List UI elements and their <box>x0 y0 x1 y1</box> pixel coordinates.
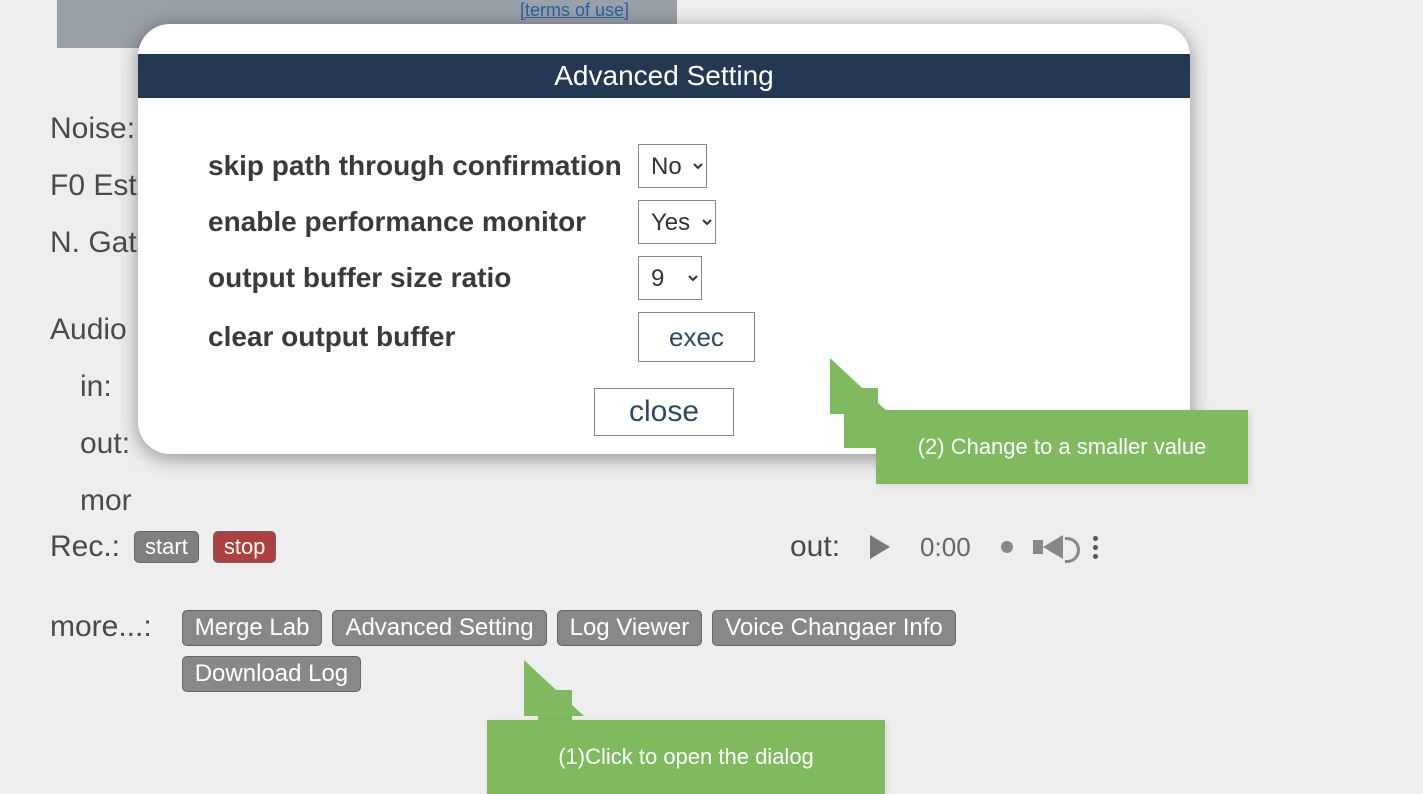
volume-track-icon[interactable] <box>1001 541 1013 553</box>
more-row: more...: Merge Lab Advanced Setting Log … <box>50 610 982 692</box>
callout-arrow-2 <box>830 358 890 414</box>
log-viewer-button[interactable]: Log Viewer <box>557 610 703 646</box>
speaker-icon[interactable] <box>1043 535 1063 559</box>
skip-confirmation-label: skip path through confirmation <box>208 150 638 182</box>
callout-arrow-1 <box>524 660 584 716</box>
terms-of-use-link[interactable]: [terms of use] <box>520 0 629 21</box>
skip-confirmation-select[interactable]: No <box>638 144 707 188</box>
player-time: 0:00 <box>920 532 971 563</box>
play-icon[interactable] <box>870 535 890 559</box>
ngat-label: N. Gat <box>50 214 137 271</box>
advanced-setting-dialog: Advanced Setting skip path through confi… <box>138 24 1190 454</box>
f0-label: F0 Est <box>50 157 137 214</box>
buffer-ratio-select[interactable]: 9 <box>638 256 702 300</box>
background-labels: Noise: F0 Est N. Gat Audio in: out: mor <box>50 100 137 529</box>
buffer-ratio-label: output buffer size ratio <box>208 262 638 294</box>
rec-label: Rec.: <box>50 530 120 564</box>
advanced-setting-button[interactable]: Advanced Setting <box>332 610 546 646</box>
in-label: in: <box>50 358 137 415</box>
out-player: out: 0:00 <box>790 530 1098 564</box>
clear-buffer-label: clear output buffer <box>208 321 638 353</box>
dialog-title: Advanced Setting <box>138 54 1190 98</box>
noise-label: Noise: <box>50 100 137 157</box>
voice-changer-info-button[interactable]: Voice Changaer Info <box>712 610 956 646</box>
out-label: out: <box>50 415 137 472</box>
performance-monitor-select[interactable]: Yes <box>638 200 716 244</box>
exec-button[interactable]: exec <box>638 312 755 362</box>
download-log-button[interactable]: Download Log <box>182 656 361 692</box>
more-label: more...: <box>50 610 152 644</box>
performance-monitor-label: enable performance monitor <box>208 206 638 238</box>
mon-label: mor <box>50 472 137 529</box>
callout-2: (2) Change to a smaller value <box>876 410 1248 484</box>
callout-1: (1)Click to open the dialog <box>487 720 885 794</box>
more-menu-icon[interactable] <box>1093 536 1098 559</box>
rec-row: Rec.: start stop <box>50 530 276 564</box>
audio-label: Audio <box>50 301 137 358</box>
close-button[interactable]: close <box>594 388 734 436</box>
start-button[interactable]: start <box>134 531 199 563</box>
stop-button[interactable]: stop <box>213 531 277 563</box>
merge-lab-button[interactable]: Merge Lab <box>182 610 323 646</box>
out-label-2: out: <box>790 530 840 564</box>
